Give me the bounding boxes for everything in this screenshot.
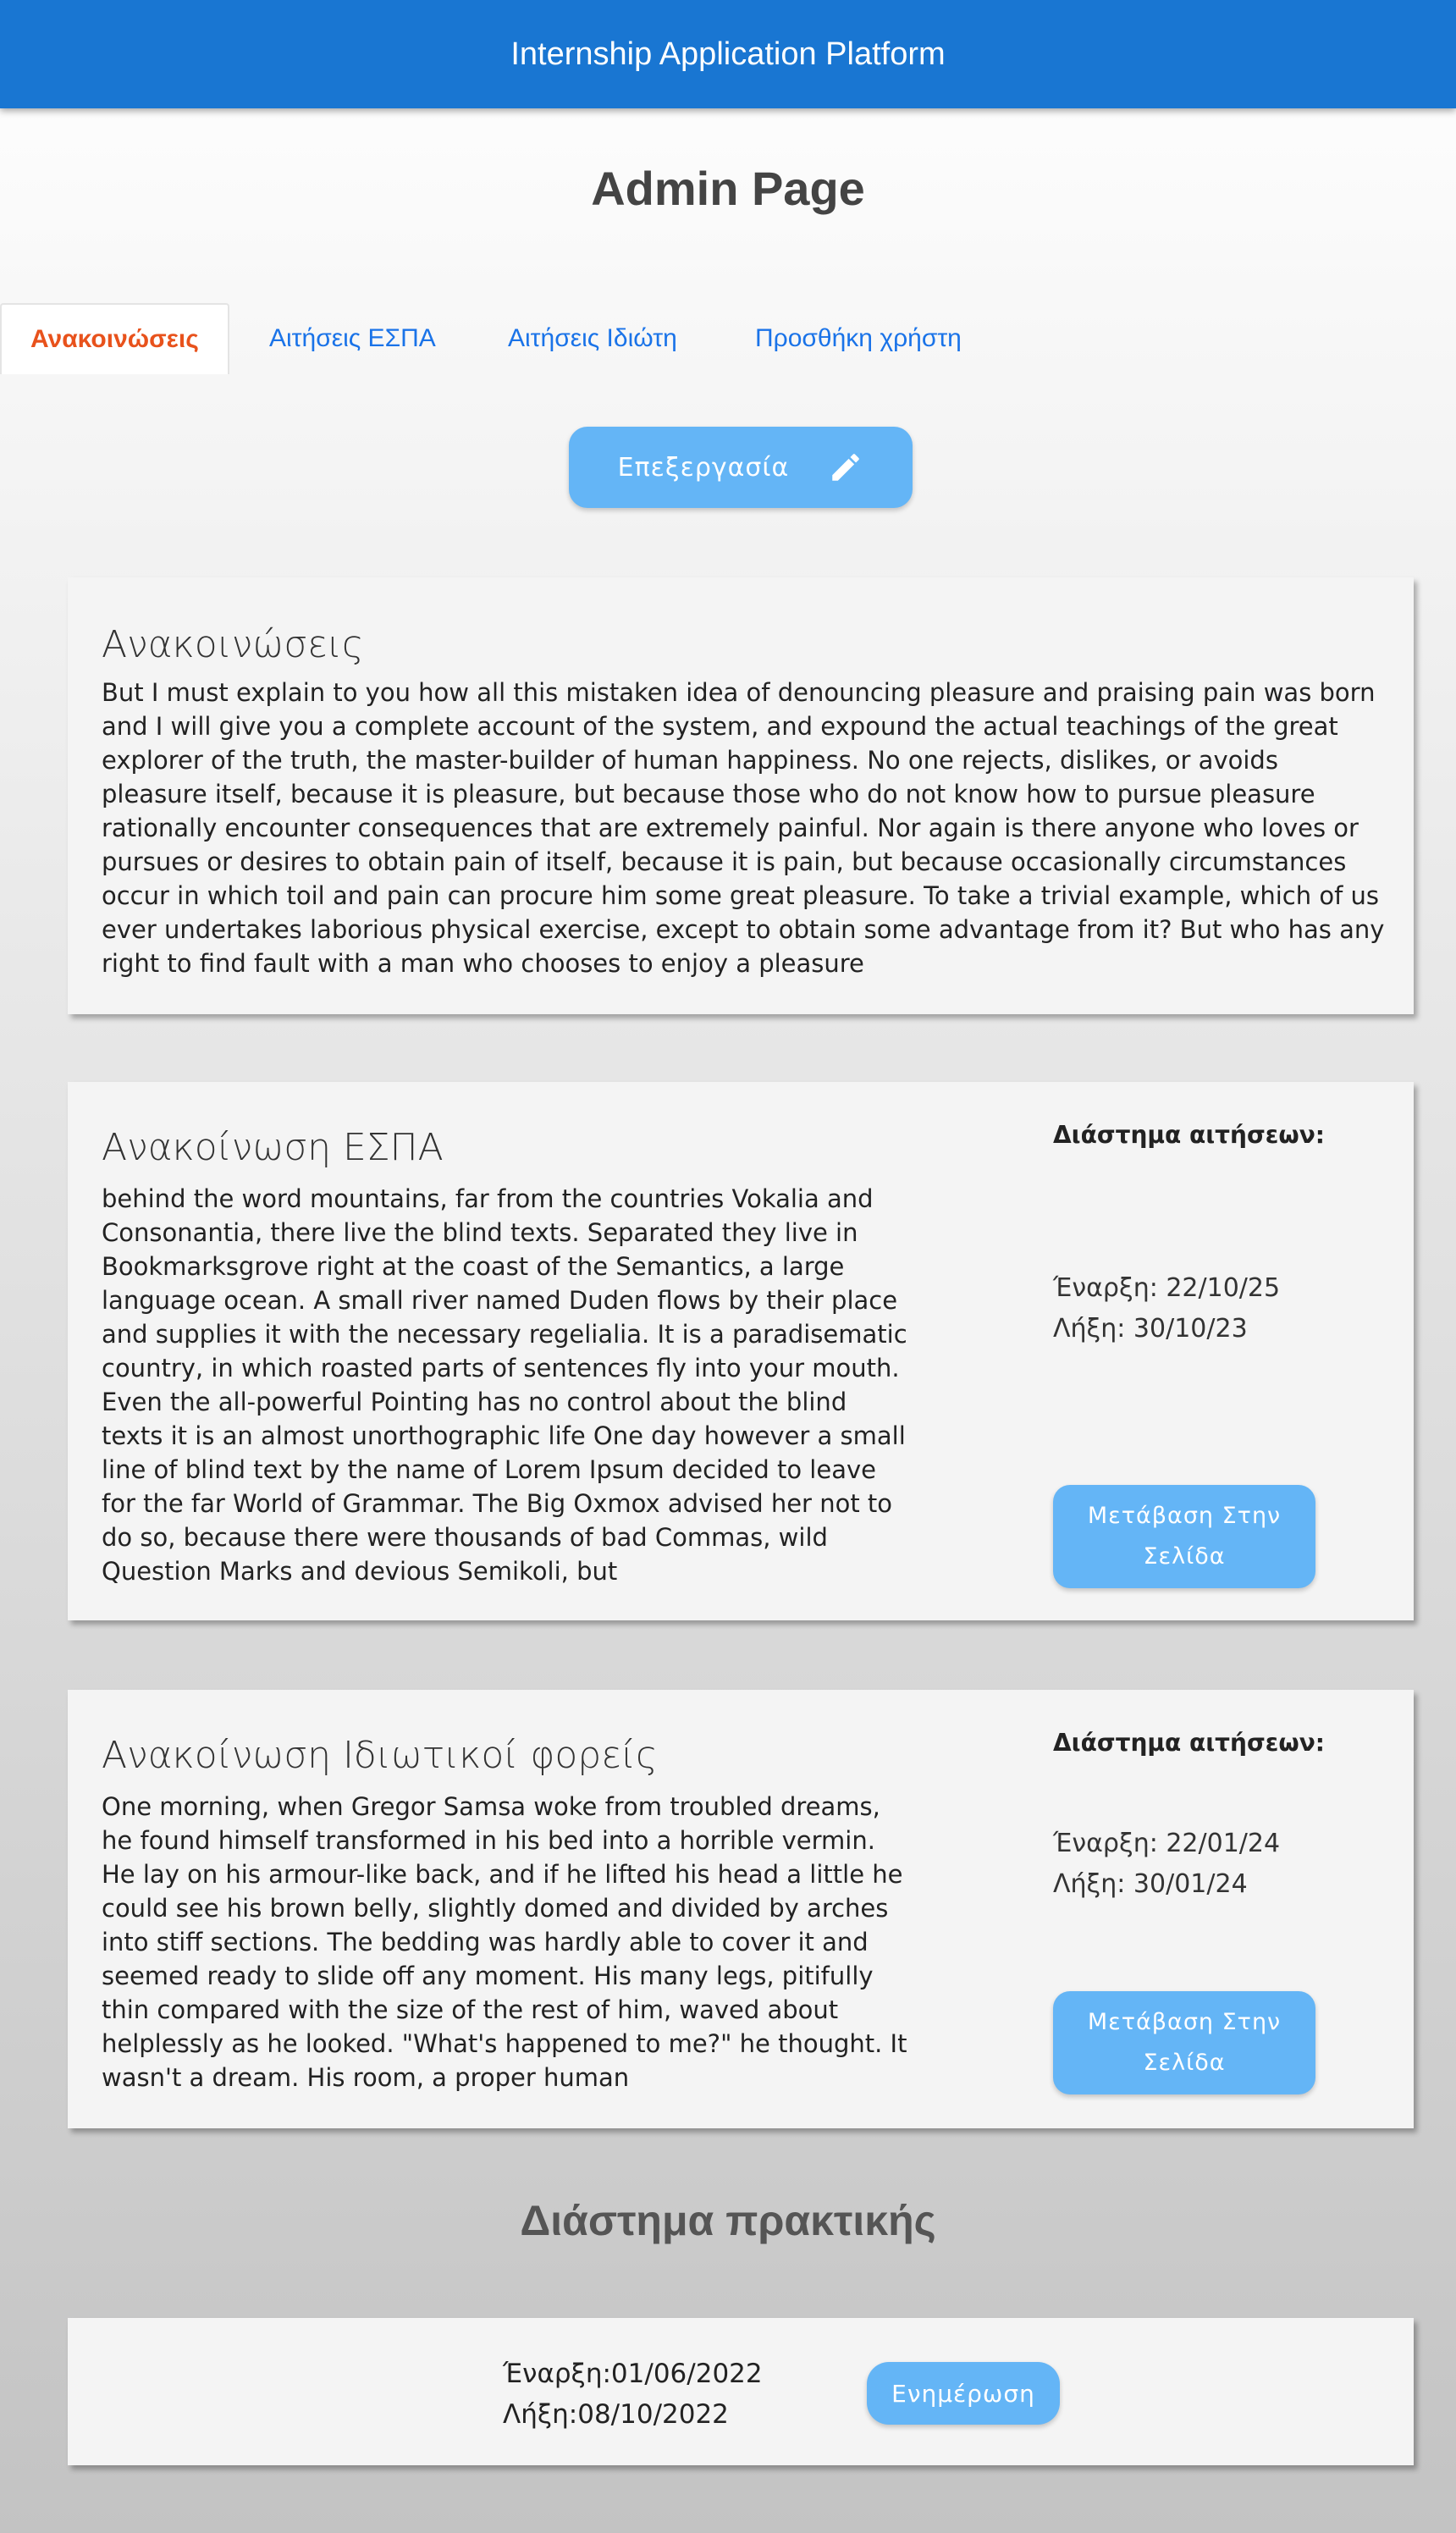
internship-period-dates: Έναρξη:01/06/2022 Λήξη:08/10/2022: [503, 2354, 763, 2435]
espa-text: behind the word mountains, far from the …: [102, 1184, 907, 1586]
announcements-title: Ανακοινώσεις: [102, 623, 364, 666]
espa-end-date: Λήξη: 30/10/23: [1053, 1314, 1248, 1344]
internship-period-title: Διάστημα πρακτικής: [520, 2197, 936, 2244]
espa-goto-page-button[interactable]: Μετάβαση Στην Σελίδα: [1053, 1485, 1315, 1588]
announcements-card: Ανακοινώσεις But I must explain to you h…: [68, 577, 1414, 1014]
page-title: Admin Page: [591, 162, 865, 215]
tab-bar: Ανακοινώσεις Αιτήσεις ΕΣΠΑ Αιτήσεις Ιδιώ…: [0, 303, 1456, 374]
private-end-date: Λήξη: 30/01/24: [1053, 1869, 1248, 1899]
internship-end-date: Λήξη:08/10/2022: [503, 2399, 729, 2430]
private-title: Ανακοίνωση Ιδιωτικοί φορείς: [102, 1734, 658, 1777]
app-title: Internship Application Platform: [510, 36, 946, 72]
espa-period-label: Διάστημα αιτήσεων:: [1053, 1121, 1325, 1149]
espa-announcement-card: Ανακοίνωση ΕΣΠΑ behind the word mountain…: [68, 1082, 1414, 1620]
private-announcement-card: Ανακοίνωση Ιδιωτικοί φορείς One morning,…: [68, 1690, 1414, 2128]
internship-period-card: Έναρξη:01/06/2022 Λήξη:08/10/2022 Ενημέρ…: [68, 2318, 1414, 2465]
edit-button[interactable]: Επεξεργασία: [569, 427, 913, 508]
tab-espa-applications[interactable]: Αιτήσεις ΕΣΠΑ: [240, 303, 465, 374]
tab-private-applications[interactable]: Αιτήσεις Ιδιώτη: [479, 303, 706, 374]
edit-button-label: Επεξεργασία: [617, 452, 790, 483]
pencil-icon: [832, 454, 860, 481]
private-text: One morning, when Gregor Samsa woke from…: [102, 1792, 907, 2092]
tab-add-user[interactable]: Προσθήκη χρήστη: [726, 303, 990, 374]
app-bar: Internship Application Platform: [0, 0, 1456, 108]
internship-start-date: Έναρξη:01/06/2022: [503, 2359, 763, 2389]
tab-announcements[interactable]: Ανακοινώσεις: [0, 303, 229, 374]
espa-title: Ανακοίνωση ΕΣΠΑ: [102, 1126, 444, 1169]
announcements-text: But I must explain to you how all this m…: [102, 678, 1385, 978]
espa-start-date: Έναρξη: 22/10/25: [1053, 1273, 1281, 1303]
private-goto-page-button[interactable]: Μετάβαση Στην Σελίδα: [1053, 1991, 1315, 2094]
private-start-date: Έναρξη: 22/01/24: [1053, 1829, 1281, 1858]
update-button[interactable]: Ενημέρωση: [867, 2362, 1060, 2425]
private-period-label: Διάστημα αιτήσεων:: [1053, 1729, 1325, 1757]
